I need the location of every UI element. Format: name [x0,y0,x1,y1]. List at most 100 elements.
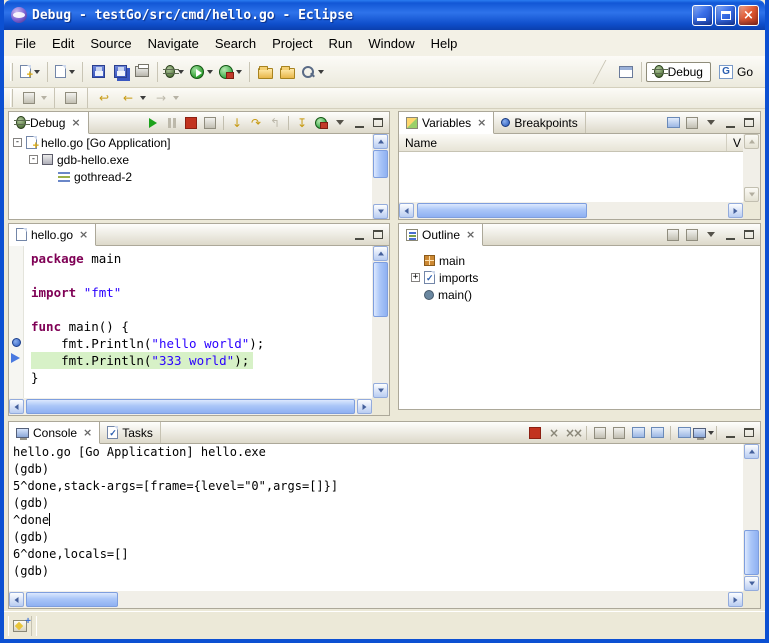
scroll-down-button[interactable] [744,187,759,202]
clear-console-button[interactable] [591,424,609,441]
scroll-down-button[interactable] [373,204,388,219]
menu-search[interactable]: Search [207,32,264,55]
drop-to-frame-button[interactable]: ↧ [293,114,311,131]
search-button[interactable] [298,60,327,84]
perspective-go-button[interactable]: G Go [711,62,761,82]
column-name[interactable]: Name [399,134,727,151]
terminate-button[interactable] [526,424,544,441]
scroll-down-button[interactable] [744,576,759,591]
outline-item-imports[interactable]: + imports [411,269,760,286]
external-tools-button[interactable] [216,60,245,84]
pin-console-button[interactable] [648,424,666,441]
run-launch-button[interactable] [187,60,216,84]
perspective-debug-button[interactable]: Debug [646,62,711,82]
scroll-lock-button[interactable] [610,424,628,441]
use-step-filters-button[interactable] [312,114,330,131]
scroll-thumb[interactable] [373,150,388,178]
tab-debug[interactable]: Debug × [9,112,89,134]
menu-source[interactable]: Source [82,32,139,55]
minimize-view-button[interactable] [721,115,739,131]
menu-project[interactable]: Project [264,32,320,55]
close-icon[interactable]: × [466,228,475,241]
step-over-button[interactable]: ↷ [247,114,265,131]
scroll-left-button[interactable] [399,203,414,218]
save-all-button[interactable] [109,60,131,84]
step-into-button[interactable]: ↓ [228,114,246,131]
tab-console[interactable]: Console × [9,422,100,444]
terminate-button[interactable] [182,114,200,131]
tree-row[interactable]: gothread-2 [9,168,372,185]
new-go-element-button[interactable] [52,60,78,84]
print-button[interactable] [131,60,153,84]
tab-variables[interactable]: Variables × [399,112,494,134]
sort-button[interactable] [664,226,682,243]
close-icon[interactable]: × [477,116,486,129]
scroll-thumb[interactable] [26,592,118,607]
scroll-up-button[interactable] [373,246,388,261]
minimize-view-button[interactable] [721,227,739,243]
minimize-view-button[interactable] [721,425,739,441]
scroll-right-button[interactable] [728,592,743,607]
scroll-right-button[interactable] [728,203,743,218]
close-icon[interactable]: × [83,426,92,439]
maximize-view-button[interactable] [369,115,387,131]
remove-launch-button[interactable]: × [545,424,563,441]
close-icon[interactable]: × [79,228,88,241]
maximize-view-button[interactable] [740,425,758,441]
variables-vertical-scrollbar[interactable] [743,134,760,202]
word-wrap-button[interactable] [629,424,647,441]
last-edit-location-button[interactable]: ↩ [92,89,116,107]
display-selected-console-button[interactable] [675,424,693,441]
resume-button[interactable] [144,114,162,131]
collapse-all-button[interactable] [683,226,701,243]
scroll-left-button[interactable] [9,592,24,607]
open-console-button[interactable] [694,424,712,441]
minimize-view-button[interactable] [350,227,368,243]
console-horizontal-scrollbar[interactable] [9,591,743,608]
show-logical-structure-button[interactable] [664,114,682,131]
annotation-ruler[interactable] [9,246,24,398]
disconnect-button[interactable] [201,114,219,131]
open-resource-button[interactable] [254,60,276,84]
debug-launch-button[interactable] [162,60,187,84]
import-button[interactable] [276,60,298,84]
save-button[interactable] [87,60,109,84]
close-icon[interactable]: × [71,116,80,129]
scroll-thumb[interactable] [26,399,355,414]
column-value[interactable]: V [727,134,743,151]
scroll-left-button[interactable] [9,399,24,414]
forward-button[interactable]: → [149,89,182,107]
scroll-down-button[interactable] [373,383,388,398]
editor-vertical-scrollbar[interactable] [372,246,389,398]
close-button[interactable]: × [738,5,759,26]
fast-view-bar[interactable] [8,616,32,636]
scroll-thumb[interactable] [744,530,759,575]
titlebar[interactable]: Debug - testGo/src/cmd/hello.go - Eclips… [4,0,765,30]
tab-hello-go[interactable]: hello.go × [9,224,96,246]
tree-row[interactable]: - hello.go [Go Application] [9,134,372,151]
maximize-view-button[interactable] [369,227,387,243]
expander-icon[interactable]: - [29,155,38,164]
toolbar-grip[interactable] [10,63,13,81]
editor-horizontal-scrollbar[interactable] [9,398,372,415]
console-output[interactable]: (gdb) 5^done,stack-args=[frame={level="0… [9,461,743,591]
console-vertical-scrollbar[interactable] [743,444,760,591]
scroll-right-button[interactable] [357,399,372,414]
next-annotation-button[interactable] [17,89,50,107]
scroll-thumb[interactable] [373,262,388,317]
menu-help[interactable]: Help [423,32,466,55]
menu-window[interactable]: Window [360,32,422,55]
step-return-button[interactable]: ↰ [266,114,284,131]
maximize-button[interactable] [715,5,736,26]
maximize-view-button[interactable] [740,227,758,243]
view-menu-button[interactable] [702,115,720,131]
expander-icon[interactable]: - [13,138,22,147]
scroll-up-button[interactable] [744,444,759,459]
tab-tasks[interactable]: Tasks [100,422,161,443]
expander-icon[interactable]: + [411,273,420,282]
maximize-view-button[interactable] [740,115,758,131]
view-menu-button[interactable] [331,115,349,131]
minimize-button[interactable] [692,5,713,26]
variables-horizontal-scrollbar[interactable] [399,202,743,219]
back-button[interactable]: ← [116,89,149,107]
